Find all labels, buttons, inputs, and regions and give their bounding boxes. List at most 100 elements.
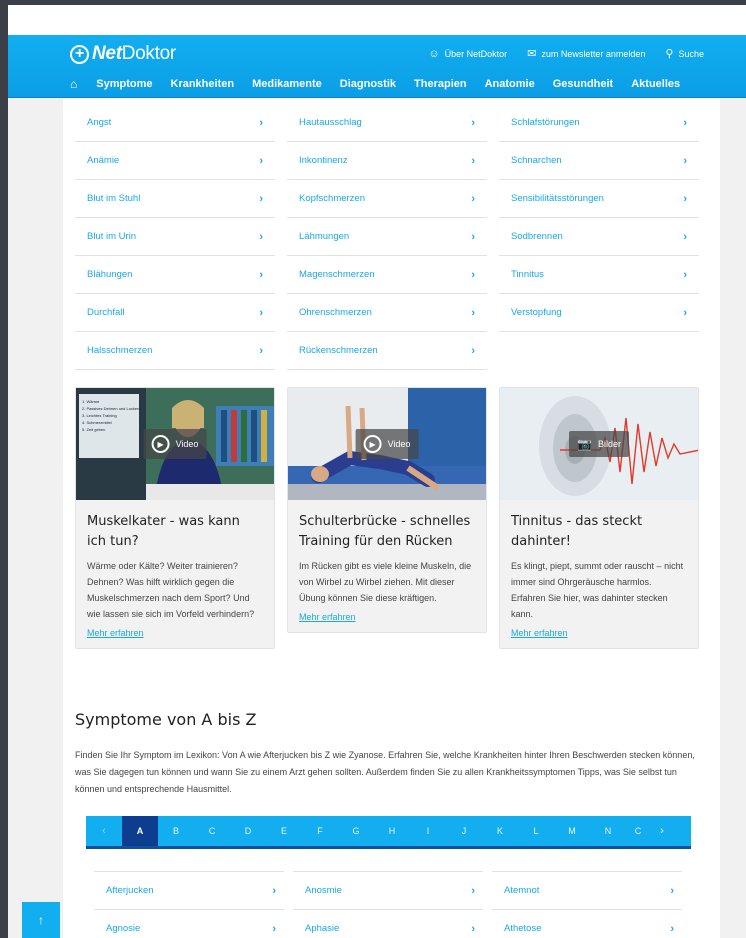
nav-krankheiten[interactable]: Krankheiten [171, 78, 235, 90]
top-links: ☺ Über NetDoktor ✉ zum Newsletter anmelden… [428, 47, 704, 61]
chevron-right-icon: › [471, 268, 475, 281]
nav-diagnostik[interactable]: Diagnostik [340, 78, 396, 90]
symptom-column-3: Schlafstörungen › Schnarchen › Sensibilitä… [499, 104, 699, 370]
letter-e[interactable]: E [266, 826, 302, 836]
letter-l[interactable]: L [518, 826, 554, 836]
symptom-list: Angst › Anämie › Blut im Stuhl › Blut im Ur… [75, 104, 699, 370]
list-item-empty [499, 332, 699, 370]
chevron-right-icon: › [259, 230, 263, 243]
list-item[interactable]: Ohrenschmerzen › [287, 294, 487, 332]
list-item[interactable]: Inkontinenz › [287, 142, 487, 180]
alphabet-next-button[interactable]: › [650, 825, 674, 837]
chevron-right-icon: › [259, 344, 263, 357]
letter-o[interactable]: C [626, 826, 650, 836]
list-item[interactable]: Anosmie › [293, 871, 483, 909]
card-muskelkater[interactable]: 1. Wärme 2. Passives Dehnen und Lockern … [75, 387, 275, 649]
about-link[interactable]: ☺ Über NetDoktor [428, 48, 507, 60]
letter-c[interactable]: C [194, 826, 230, 836]
list-item[interactable]: Angst › [75, 104, 275, 142]
slide-list: 1. Wärme 2. Passives Dehnen und Lockern … [82, 399, 141, 432]
list-item[interactable]: Schnarchen › [499, 142, 699, 180]
letter-b[interactable]: B [158, 826, 194, 836]
chevron-right-icon: › [670, 922, 674, 935]
letter-j[interactable]: J [446, 826, 482, 836]
letter-d[interactable]: D [230, 826, 266, 836]
card-thumbnail[interactable]: 1. Wärme 2. Passives Dehnen und Lockern … [76, 388, 274, 500]
list-item[interactable]: Agnosie › [94, 909, 284, 938]
list-item[interactable]: Aphasie › [293, 909, 483, 938]
chevron-right-icon: › [683, 306, 687, 319]
nav-aktuelles[interactable]: Aktuelles [631, 78, 680, 90]
alphabet-prev-button[interactable]: ‹ [86, 825, 122, 837]
letter-g[interactable]: G [338, 826, 374, 836]
mehr-erfahren-link[interactable]: Mehr erfahren [288, 606, 486, 632]
letter-f[interactable]: F [302, 826, 338, 836]
chevron-right-icon: › [683, 230, 687, 243]
play-icon: ▶ [363, 435, 382, 453]
person-icon: ☺ [428, 47, 440, 60]
letter-k[interactable]: K [482, 826, 518, 836]
card-thumbnail[interactable]: 📷 Bilder [500, 388, 698, 500]
list-item[interactable]: Schlafstörungen › [499, 104, 699, 142]
card-tinnitus[interactable]: 📷 Bilder Tinnitus - das steckt dahinter! … [499, 387, 699, 649]
nav-gesundheit[interactable]: Gesundheit [553, 78, 614, 90]
list-item[interactable]: Sensibilitätsstörungen › [499, 180, 699, 218]
netdoktor-logo[interactable]: + Net Doktor [70, 43, 176, 65]
mail-icon: ✉ [527, 48, 537, 60]
list-item[interactable]: Durchfall › [75, 294, 275, 332]
back-to-top-button[interactable]: ↑ [22, 902, 60, 938]
play-icon: ▶ [151, 435, 170, 453]
cross-icon: + [70, 44, 89, 64]
list-item[interactable]: Lähmungen › [287, 218, 487, 256]
card-thumbnail[interactable]: ▶ Video [288, 388, 486, 500]
letter-a[interactable]: A [122, 816, 158, 846]
list-item[interactable]: Rückenschmerzen › [287, 332, 487, 370]
search-link[interactable]: ⚲ Suche [665, 47, 704, 60]
card-schulterbruecke[interactable]: ▶ Video Schulterbrücke - schnelles Traini… [287, 387, 487, 633]
list-item[interactable]: Atemnot › [492, 871, 682, 909]
list-item[interactable]: Magenschmerzen › [287, 256, 487, 294]
chevron-right-icon: › [471, 116, 475, 129]
list-item[interactable]: Tinnitus › [499, 256, 699, 294]
letter-i[interactable]: I [410, 826, 446, 836]
letter-h[interactable]: H [374, 826, 410, 836]
video-badge: ▶ Video [143, 429, 207, 459]
letter-n[interactable]: N [590, 826, 626, 836]
chevron-right-icon: › [272, 884, 276, 897]
nav-therapien[interactable]: Therapien [414, 78, 467, 90]
card-title[interactable]: Tinnitus - das steckt dahinter! [500, 500, 698, 552]
card-title[interactable]: Muskelkater - was kann ich tun? [76, 500, 274, 552]
chevron-right-icon: › [471, 884, 475, 897]
nav-anatomie[interactable]: Anatomie [485, 78, 535, 90]
card-text: Wärme oder Kälte? Weiter trainieren? Deh… [87, 561, 255, 619]
browser-left-edge [0, 0, 8, 938]
list-item[interactable]: Halsschmerzen › [75, 332, 275, 370]
newsletter-link[interactable]: ✉ zum Newsletter anmelden [527, 47, 645, 60]
camera-icon: 📷 [577, 437, 592, 451]
list-item[interactable]: Sodbrennen › [499, 218, 699, 256]
list-item[interactable]: Afterjucken › [94, 871, 284, 909]
chevron-right-icon: › [471, 154, 475, 167]
list-item[interactable]: Verstopfung › [499, 294, 699, 332]
home-icon[interactable]: ⌂ [70, 77, 77, 91]
mehr-erfahren-link[interactable]: Mehr erfahren [76, 622, 274, 648]
chevron-right-icon: › [670, 884, 674, 897]
chevron-right-icon: › [259, 192, 263, 205]
list-item[interactable]: Athetose › [492, 909, 682, 938]
card-title[interactable]: Schulterbrücke - schnelles Training für … [288, 500, 486, 552]
nav-medikamente[interactable]: Medikamente [252, 78, 322, 90]
chevron-right-icon: › [683, 268, 687, 281]
letter-m[interactable]: M [554, 826, 590, 836]
list-item[interactable]: Anämie › [75, 142, 275, 180]
list-item[interactable]: Blut im Urin › [75, 218, 275, 256]
list-item[interactable]: Kopfschmerzen › [287, 180, 487, 218]
list-item[interactable]: Blut im Stuhl › [75, 180, 275, 218]
chevron-right-icon: › [259, 116, 263, 129]
chevron-right-icon: › [272, 922, 276, 935]
nav-symptome[interactable]: Symptome [96, 78, 152, 90]
mehr-erfahren-link[interactable]: Mehr erfahren [500, 622, 698, 648]
symptom-column-1: Angst › Anämie › Blut im Stuhl › Blut im Ur… [75, 104, 275, 370]
list-item[interactable]: Hautausschlag › [287, 104, 487, 142]
list-item[interactable]: Blähungen › [75, 256, 275, 294]
az-column-1: Afterjucken › Agnosie › [94, 871, 284, 938]
